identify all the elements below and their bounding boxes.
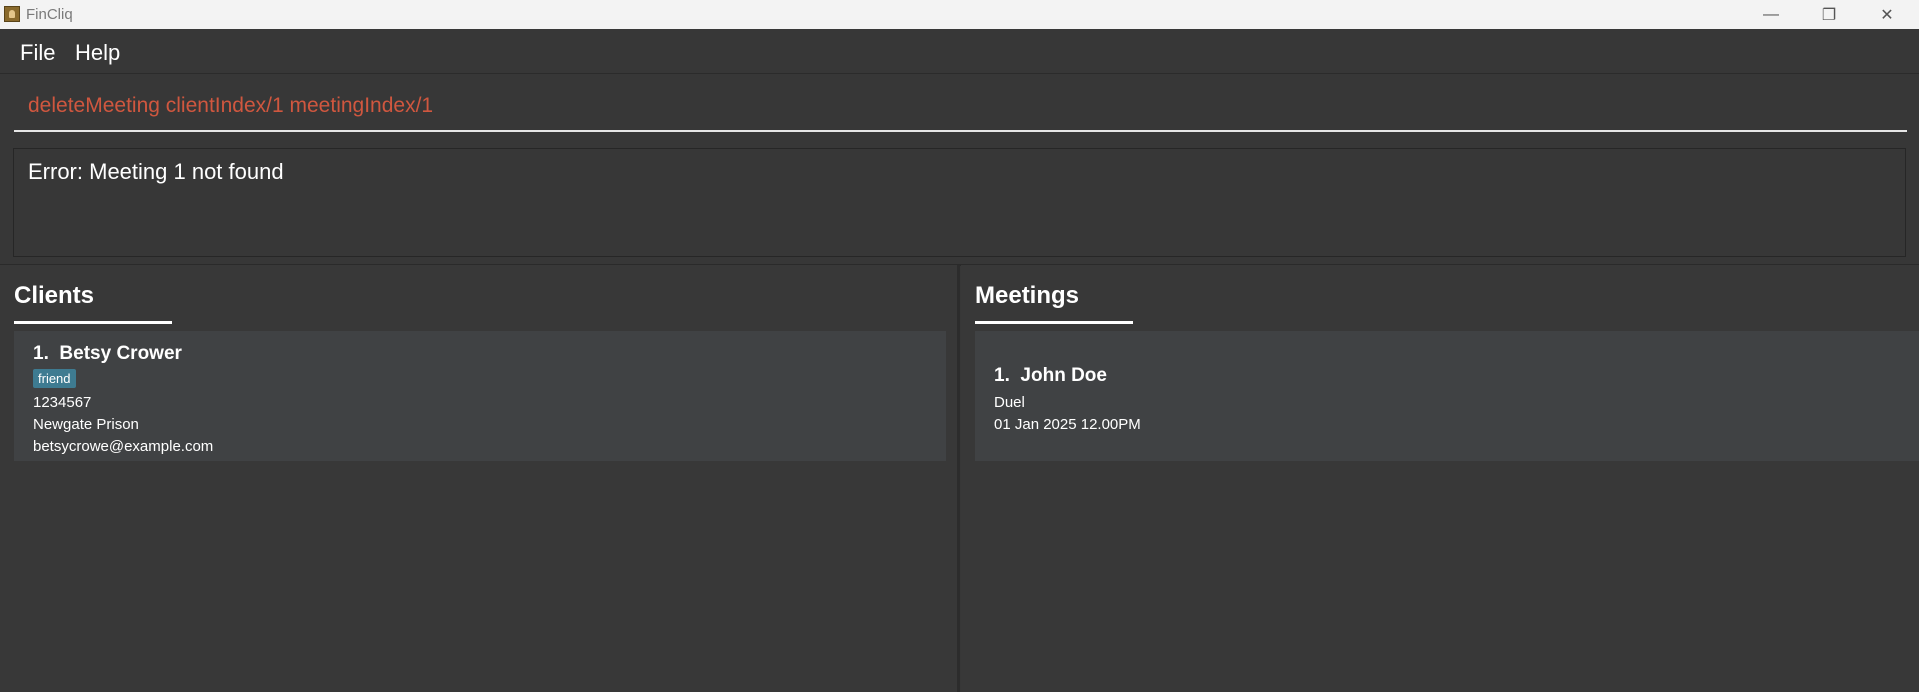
minimize-button[interactable]: — (1742, 0, 1800, 29)
clients-title-underline (14, 321, 172, 324)
command-box: deleteMeeting clientIndex/1 meetingIndex… (0, 73, 1919, 141)
close-button[interactable]: ✕ (1858, 0, 1916, 29)
restore-button[interactable]: ❐ (1800, 0, 1858, 29)
meetings-title-underline (975, 321, 1133, 324)
command-input[interactable]: deleteMeeting clientIndex/1 meetingIndex… (28, 94, 433, 118)
window-title: FinCliq (26, 6, 73, 23)
result-display[interactable]: Error: Meeting 1 not found (13, 148, 1906, 257)
meeting-name: 1. John Doe (994, 365, 1107, 386)
client-name: 1. Betsy Crower (33, 343, 182, 364)
clients-title: Clients (14, 282, 95, 309)
client-address: Newgate Prison (33, 416, 139, 433)
client-card[interactable]: 1. Betsy Crower friend 1234567 Newgate P… (14, 331, 946, 461)
meeting-card[interactable]: 1. John Doe Duel 01 Jan 2025 12.00PM (975, 331, 1919, 461)
client-phone: 1234567 (33, 394, 92, 411)
client-email: betsycrowe@example.com (33, 438, 214, 455)
restore-icon: ❐ (1821, 6, 1837, 24)
menu-bar: File Help (0, 29, 1919, 73)
menu-file[interactable]: File (20, 40, 55, 66)
app-icon (4, 6, 20, 22)
close-icon: ✕ (1880, 6, 1894, 24)
title-bar: FinCliq — ❐ ✕ (0, 0, 1919, 29)
meetings-panel: Meetings 1. John Doe Duel 01 Jan 2025 12… (961, 265, 1919, 692)
result-message: Error: Meeting 1 not found (28, 159, 284, 184)
result-area: Error: Meeting 1 not found (0, 140, 1919, 266)
meeting-title: Duel (994, 394, 1025, 411)
command-underline (14, 130, 1907, 132)
clients-panel: Clients 1. Betsy Crower friend 1234567 N… (0, 265, 960, 692)
meeting-datetime: 01 Jan 2025 12.00PM (994, 416, 1141, 433)
minimize-icon: — (1763, 5, 1779, 23)
meetings-title: Meetings (975, 282, 1080, 309)
client-tag: friend (33, 369, 76, 388)
menu-help[interactable]: Help (75, 40, 120, 66)
